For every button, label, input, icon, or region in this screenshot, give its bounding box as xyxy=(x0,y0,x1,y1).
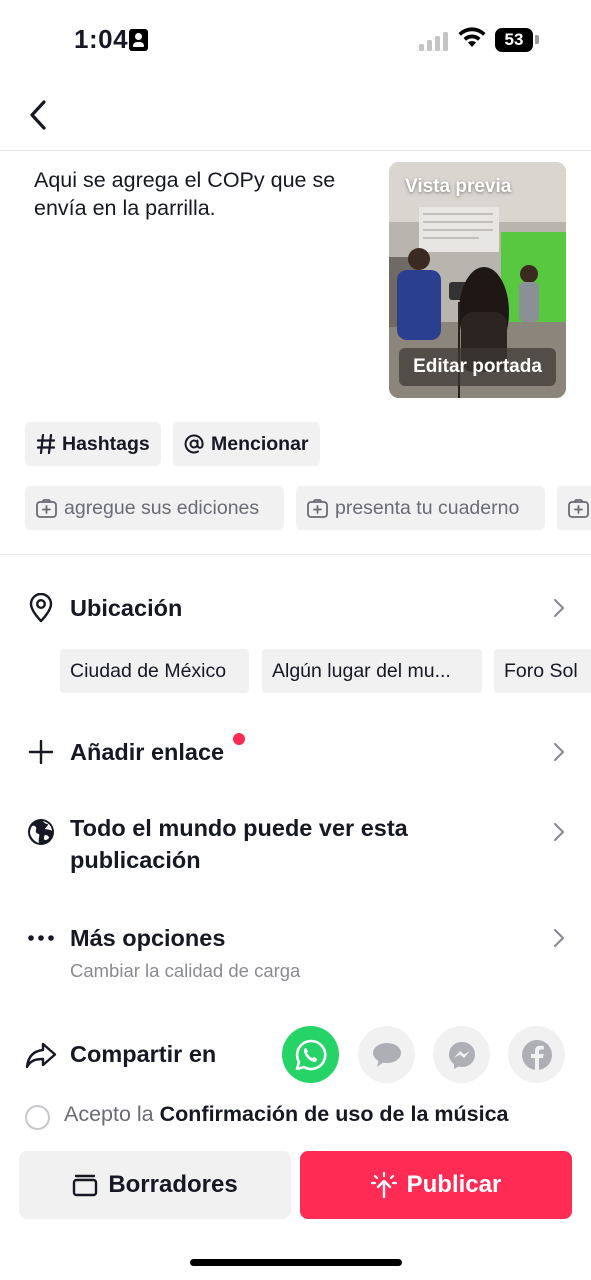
back-button[interactable] xyxy=(18,92,58,138)
suggestion-chip[interactable]: presenta tu cuaderno xyxy=(296,486,545,530)
music-agreement-checkbox[interactable] xyxy=(25,1105,50,1130)
suggestion-chip-label: presenta tu cuaderno xyxy=(335,496,520,519)
edit-cover-button[interactable]: Editar portada xyxy=(399,348,556,386)
hashtags-button[interactable]: Hashtags xyxy=(25,422,161,466)
messenger-icon xyxy=(448,1041,475,1069)
whatsapp-icon xyxy=(295,1039,326,1070)
header-divider xyxy=(0,150,591,151)
share-arrow-icon xyxy=(24,1038,58,1072)
at-sign-icon xyxy=(184,434,204,454)
wifi-icon xyxy=(458,27,486,47)
publish-button[interactable]: Publicar xyxy=(300,1151,572,1219)
facebook-icon xyxy=(521,1039,552,1070)
chevron-right-icon xyxy=(551,596,567,620)
chevron-right-icon xyxy=(551,926,567,950)
chevron-right-icon xyxy=(551,820,567,844)
music-usage-confirmation-link[interactable]: Confirmación de uso de la música xyxy=(160,1102,509,1126)
home-indicator[interactable] xyxy=(190,1259,402,1266)
suggestion-chip[interactable]: agregue sus ediciones xyxy=(25,486,284,530)
more-options-subtitle: Cambiar la calidad de carga xyxy=(70,960,301,981)
drafts-box-icon xyxy=(72,1173,98,1197)
mention-label: Mencionar xyxy=(211,432,309,455)
add-box-icon xyxy=(36,498,57,518)
drafts-button[interactable]: Borradores xyxy=(19,1151,291,1219)
hash-icon xyxy=(37,434,55,454)
publish-label: Publicar xyxy=(406,1171,502,1198)
plus-icon xyxy=(24,735,58,769)
suggestion-chip-partial[interactable] xyxy=(557,486,591,530)
preview-label: Vista previa xyxy=(405,176,512,197)
share-message-button[interactable] xyxy=(358,1026,415,1083)
mention-button[interactable]: Mencionar xyxy=(173,422,320,466)
share-title: Compartir en xyxy=(70,1041,217,1067)
music-agreement-text: Acepto la Confirmación de uso de la músi… xyxy=(64,1102,509,1127)
status-time: 1:04 xyxy=(74,24,129,54)
suggestion-chip-label: agregue sus ediciones xyxy=(64,496,260,519)
location-suggestion-chip[interactable]: Algún lugar del mu... xyxy=(262,649,482,693)
agreement-prefix: Acepto la xyxy=(64,1102,160,1126)
share-messenger-button[interactable] xyxy=(433,1026,490,1083)
share-whatsapp-button[interactable] xyxy=(282,1026,339,1083)
add-box-icon xyxy=(568,498,589,518)
add-box-icon xyxy=(307,498,328,518)
caption-text[interactable]: Aqui se agrega el COPy que se envía en l… xyxy=(34,166,364,222)
video-preview[interactable]: Vista previa Editar portada xyxy=(389,162,566,398)
battery-icon: 53 xyxy=(495,28,533,52)
message-icon xyxy=(372,1042,401,1067)
chevron-right-icon xyxy=(551,740,567,764)
contact-card-icon xyxy=(129,29,148,51)
status-bar: 1:04 53 xyxy=(0,0,591,80)
section-divider xyxy=(0,554,591,555)
notification-dot xyxy=(233,733,245,745)
more-options-title: Más opciones xyxy=(70,925,226,951)
share-facebook-button[interactable] xyxy=(508,1026,565,1083)
location-suggestion-chip[interactable]: Ciudad de México xyxy=(60,649,249,693)
upload-sparkle-icon xyxy=(370,1171,397,1199)
globe-icon xyxy=(24,815,58,849)
location-suggestion-chip[interactable]: Foro Sol xyxy=(494,649,591,693)
privacy-title: Todo el mundo puede ver esta publicación xyxy=(70,815,408,873)
drafts-label: Borradores xyxy=(108,1171,238,1198)
battery-tip xyxy=(535,35,539,44)
hashtags-label: Hashtags xyxy=(62,432,150,455)
location-pin-icon xyxy=(24,591,58,625)
chevron-left-icon xyxy=(30,100,46,130)
add-link-title: Añadir enlace xyxy=(70,739,225,765)
location-title: Ubicación xyxy=(70,595,183,621)
more-dots-icon xyxy=(24,921,58,955)
cellular-signal-icon xyxy=(419,31,451,51)
